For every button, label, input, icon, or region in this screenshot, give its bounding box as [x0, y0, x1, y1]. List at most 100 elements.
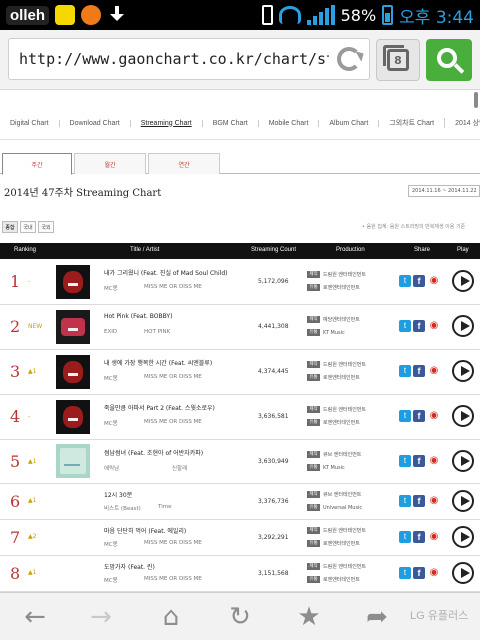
- twitter-icon[interactable]: t: [399, 495, 411, 507]
- play-button[interactable]: [452, 526, 474, 548]
- share-icon[interactable]: ➦: [362, 603, 392, 631]
- facebook-icon[interactable]: f: [413, 531, 425, 543]
- weibo-icon[interactable]: ◉: [427, 567, 441, 579]
- page-scrollbar[interactable]: [474, 92, 478, 108]
- album-name[interactable]: MISS ME OR DISS ME: [144, 284, 202, 290]
- filter-all[interactable]: 종합: [2, 221, 18, 233]
- back-icon[interactable]: ←: [20, 603, 50, 631]
- play-button[interactable]: [452, 490, 474, 512]
- twitter-icon[interactable]: t: [399, 320, 411, 332]
- artist-name[interactable]: 에릭남: [104, 464, 119, 472]
- album-cover[interactable]: [56, 355, 90, 389]
- play-button[interactable]: [452, 405, 474, 427]
- play-button[interactable]: [452, 450, 474, 472]
- facebook-icon[interactable]: f: [413, 495, 425, 507]
- song-title[interactable]: 12시 30분: [104, 490, 132, 499]
- album-cover[interactable]: [56, 265, 90, 299]
- facebook-icon[interactable]: f: [413, 455, 425, 467]
- bookmark-icon[interactable]: ★: [294, 603, 324, 631]
- album-name[interactable]: MISS ME OR DISS ME: [144, 540, 202, 546]
- album-cover[interactable]: [56, 444, 90, 478]
- facebook-icon[interactable]: f: [413, 365, 425, 377]
- song-title[interactable]: 썸남썸녀 (Feat. 조현아 of 어반자카파): [104, 448, 203, 457]
- weibo-icon[interactable]: ◉: [427, 531, 441, 543]
- share-buttons: t f ◉: [399, 410, 441, 422]
- nav-bgm-chart[interactable]: BGM Chart: [203, 119, 259, 127]
- share-buttons: t f ◉: [399, 275, 441, 287]
- production-distributor: 유통 로엔엔터테인먼트: [307, 419, 360, 426]
- header-play: Play: [457, 247, 469, 253]
- artist-name[interactable]: EXID: [104, 329, 117, 335]
- twitter-icon[interactable]: t: [399, 365, 411, 377]
- song-title[interactable]: 내가 그리웠니 (Feat. 진실 of Mad Soul Child): [104, 268, 227, 277]
- reload-icon[interactable]: ↻: [225, 603, 255, 631]
- date-range-select[interactable]: 2014.11.16 ~ 2014.11.22: [408, 185, 480, 197]
- twitter-icon[interactable]: t: [399, 275, 411, 287]
- nav-digital-chart[interactable]: Digital Chart: [0, 119, 60, 127]
- production-distributor: 유통 로엔엔터테인먼트: [307, 284, 360, 291]
- play-button[interactable]: [452, 315, 474, 337]
- album-name[interactable]: MISS ME OR DISS ME: [144, 419, 202, 425]
- address-bar[interactable]: http://www.gaonchart.co.kr/chart/str...: [8, 38, 370, 80]
- twitter-icon[interactable]: t: [399, 531, 411, 543]
- artist-name[interactable]: MC몽: [104, 540, 118, 548]
- facebook-icon[interactable]: f: [413, 410, 425, 422]
- filter-foreign[interactable]: 국외: [38, 221, 54, 233]
- maker-tag: 제작: [307, 361, 320, 368]
- tabs-button[interactable]: 8: [376, 39, 420, 81]
- filter-domestic[interactable]: 국내: [20, 221, 36, 233]
- album-name[interactable]: MISS ME OR DISS ME: [144, 576, 202, 582]
- nav-other-chart[interactable]: 그외차트 Chart: [379, 118, 446, 128]
- twitter-icon[interactable]: t: [399, 410, 411, 422]
- nav-mobile-chart[interactable]: Mobile Chart: [259, 119, 320, 127]
- song-title[interactable]: 도망가자 (Feat. 린): [104, 562, 155, 571]
- weibo-icon[interactable]: ◉: [427, 410, 441, 422]
- album-name[interactable]: HOT PINK: [144, 329, 170, 335]
- nav-streaming-chart[interactable]: Streaming Chart: [131, 119, 203, 127]
- album-name[interactable]: MISS ME OR DISS ME: [144, 374, 202, 380]
- tab-weekly[interactable]: 주간: [2, 153, 72, 175]
- play-button[interactable]: [452, 270, 474, 292]
- url-text[interactable]: http://www.gaonchart.co.kr/chart/str...: [19, 50, 329, 68]
- distributor-tag: 유통: [307, 464, 320, 471]
- tab-yearly[interactable]: 연간: [148, 153, 220, 174]
- weibo-icon[interactable]: ◉: [427, 320, 441, 332]
- weibo-icon[interactable]: ◉: [427, 455, 441, 467]
- weibo-icon[interactable]: ◉: [427, 495, 441, 507]
- nav-2014-first-half[interactable]: 2014 상반기: [445, 118, 480, 128]
- search-button[interactable]: [426, 39, 472, 81]
- tab-monthly[interactable]: 월간: [74, 153, 146, 174]
- share-buttons: t f ◉: [399, 320, 441, 332]
- nav-album-chart[interactable]: Album Chart: [319, 119, 380, 127]
- artist-name[interactable]: MC몽: [104, 374, 118, 382]
- facebook-icon[interactable]: f: [413, 275, 425, 287]
- artist-name[interactable]: MC몽: [104, 419, 118, 427]
- weibo-icon[interactable]: ◉: [427, 365, 441, 377]
- song-title[interactable]: Hot Pink (Feat. BOBBY): [104, 313, 172, 320]
- facebook-icon[interactable]: f: [413, 567, 425, 579]
- home-icon[interactable]: ⌂: [156, 603, 186, 631]
- artist-name[interactable]: MC몽: [104, 576, 118, 584]
- nav-download-chart[interactable]: Download Chart: [60, 119, 131, 127]
- twitter-icon[interactable]: t: [399, 567, 411, 579]
- reload-icon[interactable]: [337, 47, 361, 71]
- song-title[interactable]: 내 생에 가장 행복한 시간 (Feat. 씨엔블루): [104, 358, 212, 367]
- artist-name[interactable]: MC몽: [104, 284, 118, 292]
- rank-change: NEW: [28, 323, 43, 330]
- album-cover[interactable]: [56, 310, 90, 344]
- song-title[interactable]: 마음 단단히 먹어 (Feat. 에일리): [104, 526, 186, 535]
- album-name[interactable]: Time: [158, 504, 171, 510]
- facebook-icon[interactable]: f: [413, 320, 425, 332]
- forward-icon[interactable]: →: [86, 603, 116, 631]
- distributor-name: 로엔엔터테인먼트: [323, 420, 360, 426]
- table-row: 8 ▲1 도망가자 (Feat. 린) MC몽 MISS ME OR DISS …: [0, 556, 480, 592]
- play-button[interactable]: [452, 562, 474, 584]
- song-title[interactable]: 죽을만큼 아파서 Part 2 (Feat. 스윗소로우): [104, 403, 215, 412]
- twitter-icon[interactable]: t: [399, 455, 411, 467]
- artist-name[interactable]: 비스트 (Beast): [104, 504, 141, 512]
- play-button[interactable]: [452, 360, 474, 382]
- weibo-icon[interactable]: ◉: [427, 275, 441, 287]
- album-cover[interactable]: [56, 400, 90, 434]
- carrier-label: olleh: [6, 5, 50, 25]
- album-name[interactable]: 신할래: [172, 464, 187, 472]
